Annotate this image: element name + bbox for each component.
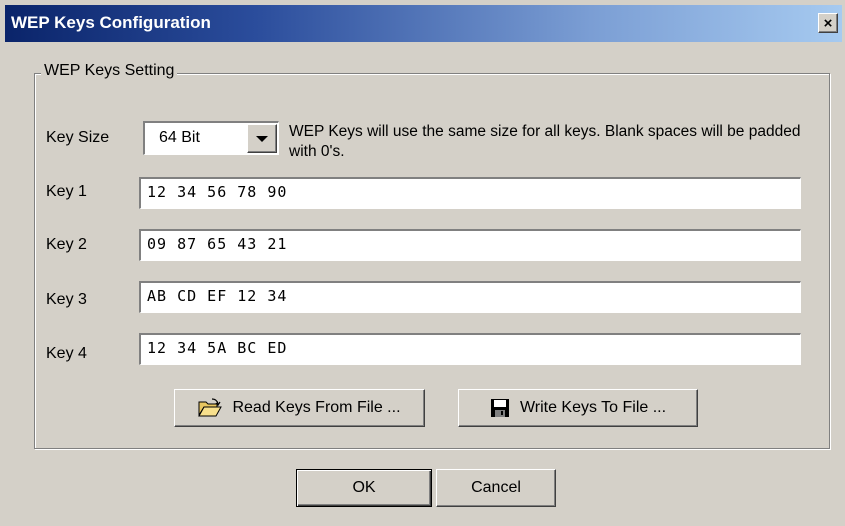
ok-label: OK (352, 479, 376, 496)
key-size-dropdown-button[interactable] (247, 124, 277, 153)
cancel-button[interactable]: Cancel (436, 469, 556, 507)
chevron-down-icon (256, 135, 268, 142)
ok-button[interactable]: OK (296, 469, 432, 507)
cancel-label: Cancel (471, 479, 521, 496)
group-title: WEP Keys Setting (41, 62, 178, 80)
key-2-label: Key 2 (46, 236, 87, 253)
key-size-value: 64 Bit (159, 129, 200, 146)
key-3-label: Key 3 (46, 291, 87, 308)
key-1-field[interactable]: 12 34 56 78 90 (139, 177, 801, 209)
key-4-field[interactable]: 12 34 5A BC ED (139, 333, 801, 365)
write-keys-label: Write Keys To File ... (519, 399, 667, 416)
close-icon: × (823, 14, 833, 32)
key-2-field[interactable]: 09 87 65 43 21 (139, 229, 801, 261)
title-bar: WEP Keys Configuration × (5, 5, 842, 42)
wep-keys-dialog: WEP Keys Configuration × WEP Keys Settin… (0, 0, 845, 526)
read-keys-button[interactable]: Read Keys From File ... (174, 389, 425, 427)
open-folder-icon (198, 398, 223, 418)
key-4-label: Key 4 (46, 345, 87, 362)
floppy-disk-icon (490, 398, 510, 418)
key-size-label: Key Size (46, 129, 110, 146)
read-keys-label: Read Keys From File ... (232, 399, 401, 416)
key-size-select[interactable]: 64 Bit (143, 121, 279, 155)
window-title: WEP Keys Configuration (11, 13, 211, 32)
key-3-field[interactable]: AB CD EF 12 34 (139, 281, 801, 313)
close-button[interactable]: × (818, 13, 838, 33)
write-keys-button[interactable]: Write Keys To File ... (458, 389, 698, 427)
key-size-note: WEP Keys will use the same size for all … (289, 123, 801, 160)
key-1-label: Key 1 (46, 183, 87, 200)
